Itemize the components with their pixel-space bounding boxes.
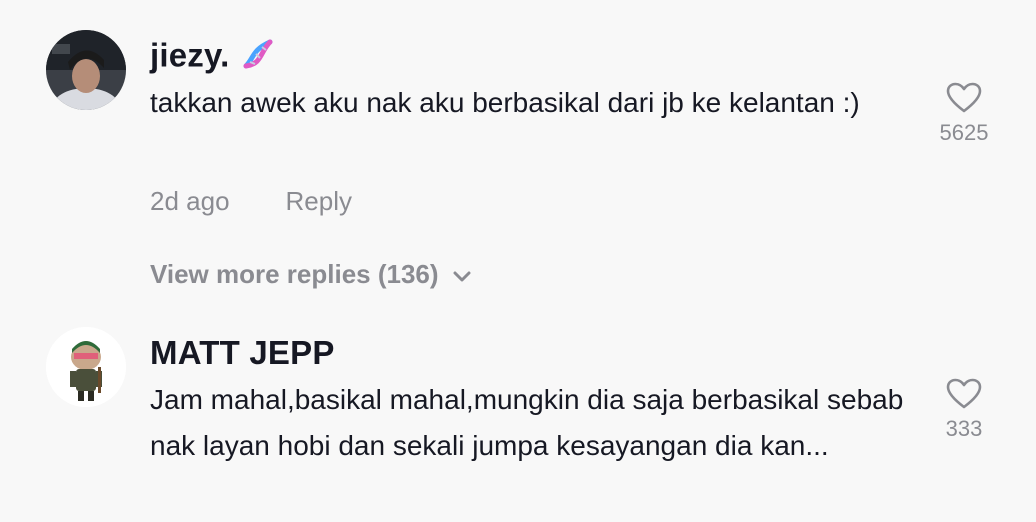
comment-item: MATT JEPP Jam mahal,basikal mahal,mungki…	[0, 310, 1036, 522]
chevron-down-icon	[453, 259, 471, 290]
heart-icon	[946, 378, 982, 409]
view-more-replies-button[interactable]: View more replies (136)	[150, 259, 471, 290]
view-more-label: View more replies (136)	[150, 259, 439, 289]
username[interactable]: MATT JEPP	[150, 334, 335, 372]
reply-button[interactable]: Reply	[286, 186, 352, 217]
timestamp: 2d ago	[150, 186, 230, 216]
avatar[interactable]	[46, 327, 126, 407]
avatar[interactable]	[46, 30, 126, 110]
like-button[interactable]: 5625	[924, 82, 1004, 146]
like-count: 333	[945, 416, 983, 441]
heart-icon	[946, 82, 982, 113]
like-button[interactable]: 333	[924, 378, 1004, 442]
comment-text: takkan awek aku nak aku berbasikal dari …	[150, 87, 860, 118]
like-count: 5625	[939, 120, 989, 145]
comment-text: Jam mahal,basikal mahal,mungkin dia saja…	[150, 384, 904, 461]
username[interactable]: jiezy.	[150, 36, 276, 80]
comment-item: jiezy. takkan awek aku nak aku berbasika…	[0, 0, 1036, 310]
comment-meta: 2d ago Reply	[150, 186, 352, 217]
dna-emoji-icon	[240, 36, 276, 80]
